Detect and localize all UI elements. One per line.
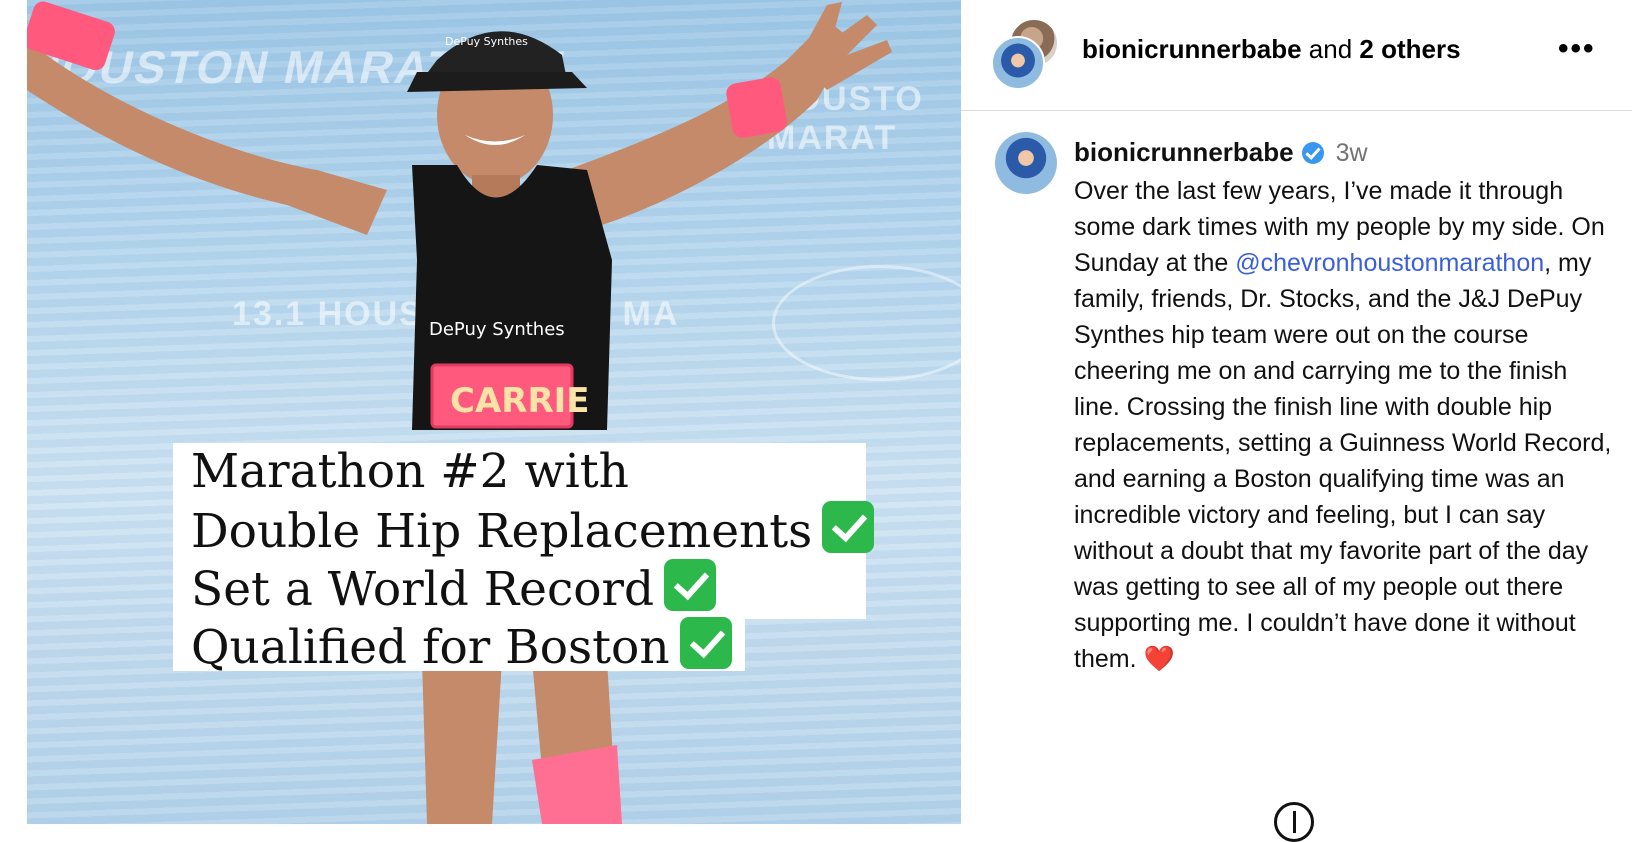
post-body: bionicrunnerbabe 3w Over the last few yea… (1074, 134, 1614, 677)
caption-line-2: Double Hip Replacements (173, 501, 875, 561)
post-image[interactable]: HOUSTON MARATHON HOUSTO MARAT 13.1 HOUST… (27, 0, 961, 824)
header-and: and (1301, 34, 1360, 64)
check-icon (822, 501, 875, 553)
post-time[interactable]: 3w (1336, 139, 1368, 167)
caption-line-3: Set a World Record (173, 559, 866, 619)
runner-figure: DePuy Synthes DePuy Synthes CARRIE (27, 1, 892, 824)
shirt-logo: DePuy Synthes (429, 319, 565, 340)
cap-logo: DePuy Synthes (445, 35, 528, 48)
caption-line-1: Marathon #2 with (173, 443, 866, 501)
heart-emoji: ❤️ (1143, 645, 1175, 673)
bib-name: CARRIE (450, 381, 590, 421)
caption-line-4: Qualified for Boston (173, 617, 745, 675)
post-sidebar: bionicrunnerbabe and 2 others ••• bionic… (961, 0, 1632, 842)
more-options-icon[interactable]: ••• (1558, 34, 1596, 64)
header-others[interactable]: 2 others (1359, 34, 1460, 64)
check-icon (664, 559, 717, 611)
post-username[interactable]: bionicrunnerbabe (1074, 137, 1294, 167)
add-comment-icon[interactable] (1274, 802, 1314, 842)
caption-part-2: , my family, friends, Dr. Stocks, and th… (1074, 249, 1619, 673)
collab-avatars[interactable] (991, 18, 1061, 90)
check-icon (679, 617, 732, 669)
author-avatar[interactable] (991, 36, 1045, 90)
verified-badge-icon (1301, 142, 1324, 164)
left-gutter (0, 0, 27, 824)
post-author-avatar[interactable] (995, 132, 1057, 194)
mention-link[interactable]: @chevronhoustonmarathon (1235, 249, 1544, 277)
header-username[interactable]: bionicrunnerbabe (1082, 34, 1302, 64)
post-header: bionicrunnerbabe and 2 others ••• (961, 0, 1632, 111)
post-meta: bionicrunnerbabe 3w (1074, 134, 1614, 171)
post-caption-text: Over the last few years, I’ve made it th… (1074, 173, 1614, 677)
header-title: bionicrunnerbabe and 2 others (1082, 34, 1461, 65)
